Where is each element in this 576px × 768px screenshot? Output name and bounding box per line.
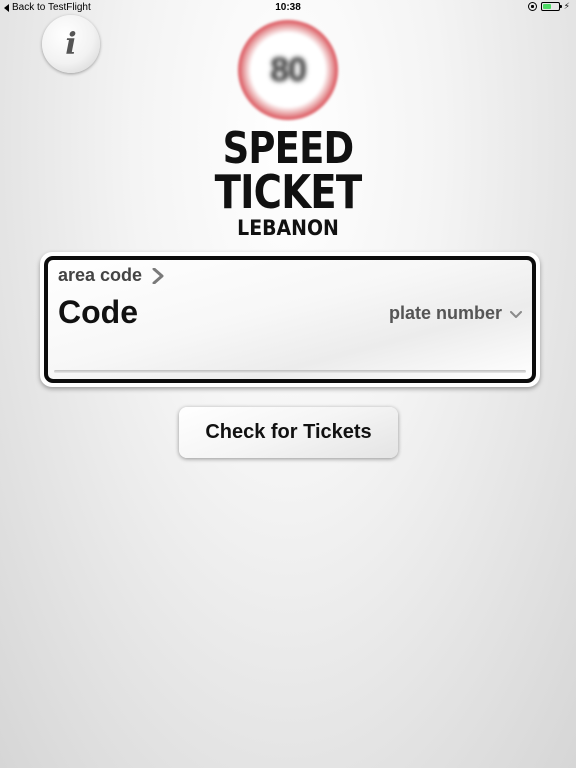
speed-limit-value: 80 — [270, 50, 307, 89]
area-code-label[interactable]: area code — [58, 265, 142, 286]
plate-number-input[interactable] — [332, 303, 502, 324]
speed-limit-sign-logo: 80 — [238, 20, 338, 120]
check-for-tickets-button[interactable]: Check for Tickets — [179, 407, 398, 458]
license-plate-frame: area code — [44, 256, 536, 383]
chevron-right-icon[interactable] — [152, 268, 164, 284]
status-bar: Back to TestFlight 10:38 ⚡ — [0, 0, 576, 16]
status-icons: ⚡ — [527, 1, 570, 11]
status-time: 10:38 — [275, 2, 301, 13]
info-button[interactable]: i — [42, 15, 100, 73]
title-country: LEBANON — [237, 216, 339, 240]
battery-icon — [540, 2, 562, 11]
charging-icon: ⚡ — [563, 1, 570, 11]
area-code-input[interactable] — [58, 294, 278, 331]
chevron-down-icon[interactable] — [510, 311, 522, 319]
rotation-lock-icon — [527, 2, 537, 11]
plate-divider — [54, 370, 526, 373]
battery-level — [542, 4, 551, 9]
title-line-ticket: TICKET — [214, 165, 363, 219]
license-plate-form: area code — [40, 252, 540, 387]
info-icon: i — [65, 26, 77, 62]
